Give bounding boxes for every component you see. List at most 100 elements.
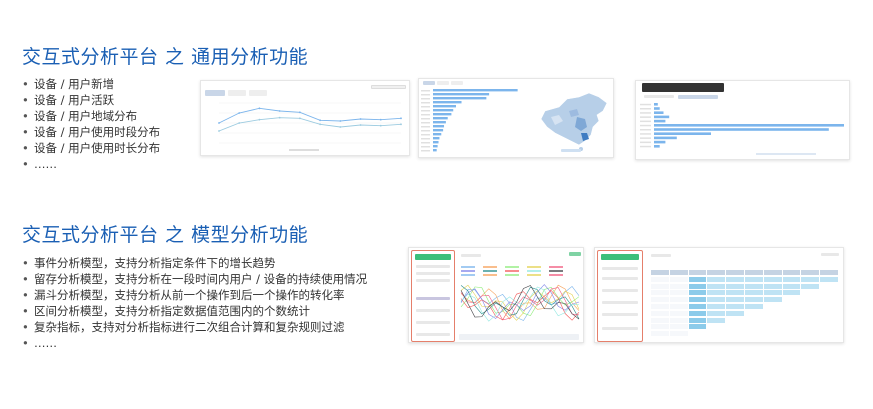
table-cell bbox=[763, 283, 782, 289]
table-cell bbox=[726, 283, 744, 289]
list-item: 设备 / 用户活跃 bbox=[22, 92, 160, 108]
new-analysis-button bbox=[415, 254, 451, 260]
data-point bbox=[218, 122, 220, 124]
table-cell bbox=[745, 317, 763, 323]
panel-title bbox=[461, 254, 481, 257]
bar-label bbox=[640, 108, 651, 110]
table-cell bbox=[707, 276, 726, 282]
bar-label bbox=[640, 124, 651, 127]
table-cell bbox=[801, 324, 820, 330]
legend-chip bbox=[549, 270, 563, 272]
legend-chip bbox=[461, 266, 475, 268]
table-cell bbox=[763, 290, 782, 296]
filter-line bbox=[602, 277, 638, 280]
bar bbox=[654, 115, 670, 119]
table-cell bbox=[651, 317, 669, 323]
table-cell bbox=[726, 276, 744, 282]
bar-label bbox=[640, 133, 651, 135]
legend bbox=[756, 153, 816, 155]
table-cell bbox=[820, 331, 838, 337]
legend-chip bbox=[549, 274, 563, 276]
bar-label bbox=[421, 90, 430, 92]
bar bbox=[433, 109, 454, 112]
bar-label bbox=[640, 145, 651, 148]
label-line bbox=[644, 95, 674, 98]
map-legend bbox=[561, 149, 581, 152]
table-cell bbox=[820, 270, 838, 275]
list-item: 复杂指标，支持对分析指标进行二次组合计算和复杂规则过滤 bbox=[22, 319, 367, 335]
bar bbox=[433, 125, 445, 128]
table-cell bbox=[651, 310, 669, 316]
data-point bbox=[258, 118, 261, 121]
mini-tab bbox=[437, 81, 449, 85]
table-cell bbox=[782, 270, 801, 275]
table-cell bbox=[763, 297, 782, 303]
table-cell bbox=[688, 310, 707, 316]
table-cell bbox=[707, 310, 726, 316]
save-button bbox=[569, 252, 581, 256]
table-cell bbox=[726, 317, 744, 323]
table-cell bbox=[688, 290, 707, 296]
data-point bbox=[298, 117, 301, 120]
table-cell bbox=[745, 304, 763, 309]
data-point bbox=[319, 123, 322, 126]
bar-label bbox=[421, 134, 430, 136]
line-chart-plot bbox=[218, 102, 402, 151]
table-cell bbox=[745, 324, 763, 330]
filter-line bbox=[416, 321, 450, 324]
table-cell bbox=[745, 310, 763, 316]
filter-line bbox=[416, 333, 450, 336]
bar bbox=[654, 111, 664, 114]
date-picker bbox=[371, 85, 406, 89]
bar bbox=[654, 132, 711, 135]
table-cell bbox=[707, 317, 726, 323]
data-point bbox=[400, 117, 402, 120]
table-cell bbox=[669, 317, 688, 323]
table-cell bbox=[651, 331, 669, 337]
data-point bbox=[319, 119, 322, 122]
table-cell bbox=[745, 270, 763, 275]
legend-chip bbox=[505, 266, 519, 268]
bar-label bbox=[421, 98, 430, 100]
table-cell bbox=[801, 270, 820, 275]
data-point bbox=[238, 112, 241, 114]
legend-chip bbox=[527, 266, 541, 268]
table-cell bbox=[782, 290, 801, 296]
table-cell bbox=[726, 331, 744, 337]
table-cell bbox=[726, 290, 744, 296]
legend-chip bbox=[483, 266, 497, 268]
mini-tab bbox=[228, 90, 246, 96]
table-cell bbox=[651, 304, 669, 309]
table-cell bbox=[745, 276, 763, 282]
section-title-model: 交互式分析平台 之 模型分析功能 bbox=[22, 224, 309, 246]
bar-label bbox=[421, 130, 430, 132]
filter-line bbox=[416, 297, 450, 300]
list-item: 设备 / 用户使用时段分布 bbox=[22, 124, 160, 140]
table-cell bbox=[763, 310, 782, 316]
table-cell bbox=[726, 297, 744, 303]
table-cell bbox=[707, 304, 726, 309]
table-cell bbox=[688, 276, 707, 282]
table-cell bbox=[688, 297, 707, 303]
table-cell bbox=[820, 310, 838, 316]
list-item: 留存分析模型，支持分析在一段时间内用户 / 设备的持续使用情况 bbox=[22, 271, 367, 287]
filter-line bbox=[602, 267, 638, 270]
thumbnail-event-model bbox=[408, 247, 584, 343]
data-point bbox=[218, 130, 220, 132]
bar-label bbox=[421, 142, 430, 144]
bar-label bbox=[640, 120, 651, 123]
table-cell bbox=[651, 290, 669, 296]
data-point bbox=[238, 122, 241, 124]
table-cell bbox=[745, 290, 763, 296]
bar bbox=[433, 145, 438, 148]
table-cell bbox=[801, 317, 820, 323]
data-point bbox=[359, 118, 362, 120]
filter-panel bbox=[411, 250, 455, 342]
bar bbox=[654, 145, 660, 148]
table-cell bbox=[669, 290, 688, 296]
bar-label bbox=[640, 112, 651, 114]
bar bbox=[433, 121, 446, 124]
table-cell bbox=[801, 304, 820, 309]
data-point bbox=[298, 111, 301, 114]
bar-label bbox=[421, 94, 430, 96]
